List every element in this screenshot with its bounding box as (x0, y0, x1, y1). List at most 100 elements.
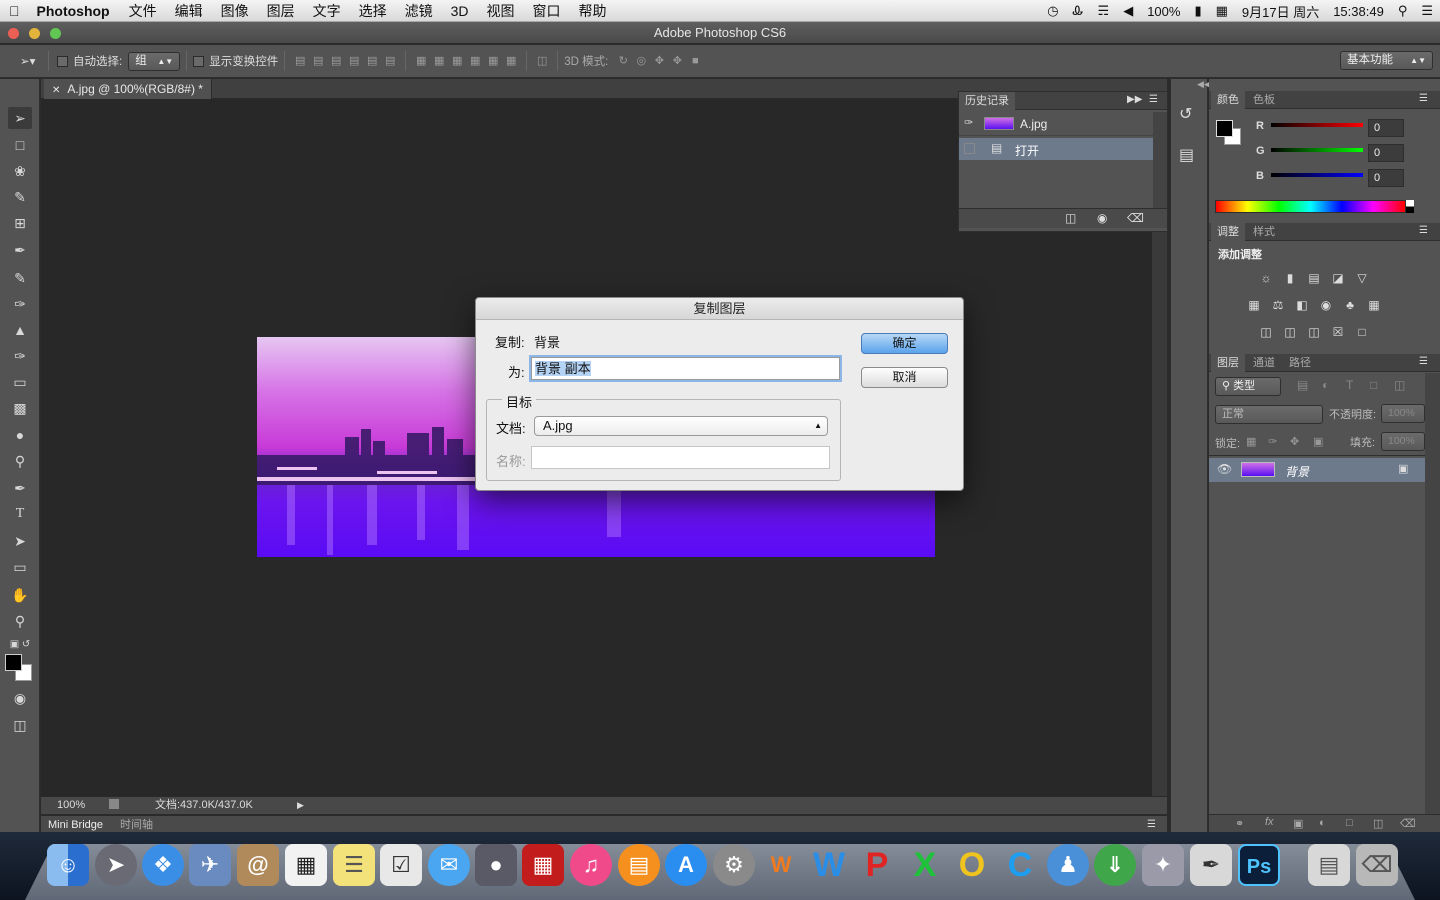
cancel-button[interactable]: 取消 (861, 367, 948, 388)
marquee-tool-icon[interactable]: □ (8, 134, 32, 156)
menu-3d[interactable]: 3D (442, 3, 478, 19)
layer-visibility-icon[interactable]: 👁 (1217, 462, 1232, 476)
type-tool-icon[interactable]: T (8, 503, 32, 525)
filter-pixel-icon[interactable]: ▤ (1297, 378, 1308, 392)
history-panel-icon[interactable]: ↺ (1179, 104, 1192, 124)
gradient-tool-icon[interactable]: ▩ (8, 397, 32, 419)
color-lookup-icon[interactable]: ▦ (1366, 298, 1382, 312)
notes-icon[interactable]: ☰ (333, 844, 375, 886)
posterize-icon[interactable]: ◫ (1282, 325, 1298, 339)
layer-name[interactable]: 背景 (1285, 463, 1309, 480)
rectangle-tool-icon[interactable]: ▭ (8, 556, 32, 578)
menu-edit[interactable]: 编辑 (166, 1, 212, 21)
distribute-bottom-icon[interactable]: ▦ (448, 53, 466, 69)
healing-brush-tool-icon[interactable]: ✎ (8, 267, 32, 289)
rotate-3d-icon[interactable]: ↻ (614, 53, 632, 69)
gradient-map-icon[interactable]: □ (1354, 325, 1370, 339)
pen-tool-icon[interactable]: ✒ (8, 477, 32, 499)
tab-layers[interactable]: 图层 (1211, 354, 1245, 372)
lock-image-icon[interactable]: ✑ (1268, 435, 1277, 448)
battery-percent[interactable]: 100% (1140, 4, 1187, 19)
trash-icon[interactable]: ⌫ (1356, 844, 1398, 886)
history-brush-tool-icon[interactable]: ✑ (8, 345, 32, 367)
input-method-icon[interactable]: ▦ (1209, 3, 1235, 19)
g-value[interactable]: 0 (1368, 144, 1404, 162)
crop-tool-icon[interactable]: ⊞ (8, 212, 32, 234)
opacity-input[interactable]: 100% (1381, 404, 1425, 423)
dodge-tool-icon[interactable]: ⚲ (8, 450, 32, 472)
document-select[interactable]: A.jpg ▲ (534, 416, 828, 436)
communicator-icon[interactable]: C (999, 844, 1041, 886)
outlook-icon[interactable]: O (951, 844, 993, 886)
clock-text[interactable]: 15:38:49 (1326, 4, 1391, 19)
powerpoint-icon[interactable]: P (856, 844, 898, 886)
r-slider[interactable] (1271, 123, 1363, 127)
color-fg-swatch[interactable] (1216, 120, 1233, 137)
exposure-icon[interactable]: ◪ (1330, 271, 1346, 285)
ok-button[interactable]: 确定 (861, 333, 948, 354)
delete-state-icon[interactable]: ⌫ (1127, 211, 1144, 225)
b-value[interactable]: 0 (1368, 169, 1404, 187)
battery-icon[interactable]: ▮ (1187, 3, 1208, 19)
photo-booth-icon[interactable]: ▦ (522, 844, 564, 886)
contacts-icon[interactable]: @ (237, 844, 279, 886)
history-step-checkbox[interactable] (964, 143, 975, 154)
close-window-button[interactable] (8, 28, 19, 39)
wps-icon[interactable]: W (760, 844, 802, 886)
volume-icon[interactable]: ◀ (1116, 3, 1140, 19)
foreground-color-swatch[interactable] (5, 654, 22, 671)
tab-color[interactable]: 颜色 (1211, 91, 1245, 109)
photo-filter-icon[interactable]: ◉ (1318, 298, 1334, 312)
layer-row[interactable]: 👁 背景 ▣ (1209, 458, 1425, 482)
system-preferences-icon[interactable]: ⚙ (713, 844, 755, 886)
link-layers-icon[interactable]: ⚭ (1235, 817, 1244, 830)
finder-icon[interactable]: ☺ (47, 844, 89, 886)
align-hcenter-icon[interactable]: ▤ (363, 53, 381, 69)
distribute-hcenter-icon[interactable]: ▦ (484, 53, 502, 69)
menu-window[interactable]: 窗口 (524, 1, 570, 21)
path-select-tool-icon[interactable]: ➤ (8, 530, 32, 552)
b-slider[interactable] (1271, 173, 1363, 177)
color-balance-icon[interactable]: ⚖ (1270, 298, 1286, 312)
align-left-icon[interactable]: ▤ (345, 53, 363, 69)
menu-filter[interactable]: 滤镜 (396, 1, 442, 21)
messages-icon[interactable]: ✉ (428, 844, 470, 886)
screen-mode-icon[interactable]: ◫ (8, 714, 32, 736)
launchpad-icon[interactable]: ➤ (95, 844, 137, 886)
layers-menu-icon[interactable]: ☰ (1419, 356, 1428, 367)
delete-layer-icon[interactable]: ⌫ (1400, 817, 1416, 830)
reminders-icon[interactable]: ☑ (380, 844, 422, 886)
new-group-icon[interactable]: □ (1346, 817, 1353, 829)
hue-saturation-icon[interactable]: ▦ (1246, 298, 1262, 312)
new-adjustment-layer-icon[interactable]: ◐ (1319, 817, 1326, 829)
bluetooth-icon[interactable]: Ꮂ (1066, 3, 1091, 19)
tab-history[interactable]: 历史记录 (959, 92, 1015, 110)
add-mask-icon[interactable]: ▣ (1293, 817, 1303, 830)
collapse-panel-icon[interactable]: ▶▶ (1127, 94, 1142, 105)
zoom-level[interactable]: 100% (57, 797, 85, 813)
layers-scrollbar[interactable] (1425, 373, 1440, 814)
vibrance-icon[interactable]: ▽ (1354, 271, 1370, 285)
tab-swatches[interactable]: 色板 (1247, 91, 1281, 109)
align-bottom-icon[interactable]: ▤ (327, 53, 345, 69)
black-white-ramp[interactable] (1406, 200, 1414, 213)
facetime-icon[interactable]: ● (475, 844, 517, 886)
filter-smart-object-icon[interactable]: ◫ (1394, 378, 1405, 392)
lasso-tool-icon[interactable]: ❀ (8, 160, 32, 182)
name-input[interactable] (531, 446, 830, 469)
clone-stamp-tool-icon[interactable]: ▲ (8, 319, 32, 341)
menu-type[interactable]: 文字 (304, 1, 350, 21)
app-store-icon[interactable]: A (665, 844, 707, 886)
download-icon[interactable]: ⇓ (1094, 844, 1136, 886)
eraser-tool-icon[interactable]: ▭ (8, 371, 32, 393)
zoom-tool-icon[interactable]: ⚲ (8, 610, 32, 632)
adjust-menu-icon[interactable]: ☰ (1419, 225, 1428, 236)
menu-file[interactable]: 文件 (120, 1, 166, 21)
auto-align-icon[interactable]: ◫ (533, 53, 551, 69)
move-tool-icon[interactable]: ➢ (8, 107, 32, 129)
threshold-icon[interactable]: ◫ (1306, 325, 1322, 339)
eyedropper-tool-icon[interactable]: ✒ (8, 239, 32, 261)
menu-layer[interactable]: 图层 (258, 1, 304, 21)
r-value[interactable]: 0 (1368, 119, 1404, 137)
drag-3d-icon[interactable]: ✥ (650, 53, 668, 69)
